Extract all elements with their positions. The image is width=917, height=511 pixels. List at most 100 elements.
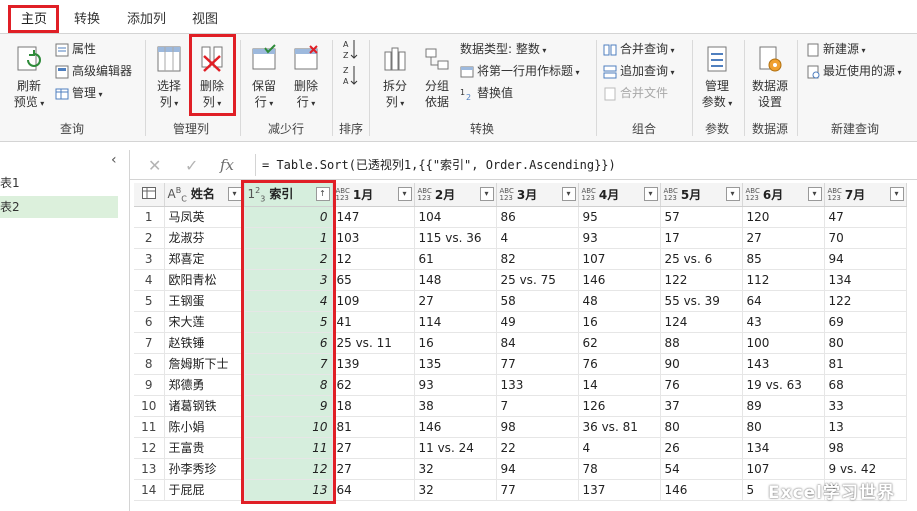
tab-view[interactable]: 视图 (186, 9, 224, 31)
cell-month-value[interactable]: 94 (496, 458, 579, 480)
column-header-name[interactable]: ABC 姓名 ▾ (164, 183, 245, 207)
column-header-month[interactable]: ABC 123 1月 ▾ (332, 183, 415, 207)
row-number[interactable]: 10 (134, 395, 165, 417)
cell-month-value[interactable]: 120 (742, 206, 825, 228)
column-header-month[interactable]: ABC 123 2月 ▾ (414, 183, 497, 207)
cell-month-value[interactable]: 64 (332, 479, 415, 501)
cell-month-value[interactable]: 41 (332, 311, 415, 333)
cell-month-value[interactable]: 80 (660, 416, 743, 438)
cell-name[interactable]: 赵铁锤 (164, 332, 245, 354)
keep-rows-button[interactable]: 保留 行 ▾ (245, 44, 283, 112)
cell-name[interactable]: 龙淑芬 (164, 227, 245, 249)
cell-month-value[interactable]: 62 (332, 374, 415, 396)
row-number[interactable]: 2 (134, 227, 165, 249)
cell-month-value[interactable]: 9 vs. 42 (824, 458, 907, 480)
cell-month-value[interactable]: 37 (660, 395, 743, 417)
table-row[interactable]: 10 诸葛钢铁 9 18 38 7 126 37 89 33 (134, 395, 907, 417)
table-row[interactable]: 11 陈小娟 10 81 146 98 36 vs. 81 80 80 13 (134, 416, 907, 438)
cell-month-value[interactable]: 77 (496, 479, 579, 501)
formula-input[interactable]: = Table.Sort(已透视列1,{{"索引", Order.Ascendi… (255, 154, 915, 176)
data-source-settings-button[interactable]: 数据源 设置 (748, 44, 792, 110)
cell-month-value[interactable]: 27 (332, 458, 415, 480)
cell-month-value[interactable]: 76 (578, 353, 661, 375)
cell-index[interactable]: 7 (244, 353, 333, 375)
row-number[interactable]: 9 (134, 374, 165, 396)
cell-month-value[interactable]: 32 (414, 479, 497, 501)
cell-month-value[interactable]: 114 (414, 311, 497, 333)
append-queries-button[interactable]: 追加查询 ▾ (603, 62, 675, 80)
cell-month-value[interactable]: 14 (578, 374, 661, 396)
cell-month-value[interactable]: 146 (660, 479, 743, 501)
cell-month-value[interactable]: 133 (496, 374, 579, 396)
cell-month-value[interactable]: 69 (824, 311, 907, 333)
cell-name[interactable]: 陈小娟 (164, 416, 245, 438)
cell-month-value[interactable]: 16 (414, 332, 497, 354)
remove-rows-button[interactable]: 删除 行 ▾ (287, 44, 325, 112)
cell-month-value[interactable]: 27 (332, 437, 415, 459)
column-header-month[interactable]: ABC 123 5月 ▾ (660, 183, 743, 207)
cell-month-value[interactable]: 61 (414, 248, 497, 270)
cell-month-value[interactable]: 80 (824, 332, 907, 354)
data-type-dropdown[interactable]: 数据类型: 整数 ▾ (460, 40, 546, 58)
cell-month-value[interactable]: 134 (742, 437, 825, 459)
filter-dropdown-icon[interactable]: ▾ (227, 187, 242, 201)
cell-month-value[interactable]: 25 vs. 6 (660, 248, 743, 270)
cell-month-value[interactable]: 104 (414, 206, 497, 228)
row-number[interactable]: 12 (134, 437, 165, 459)
cell-month-value[interactable]: 89 (742, 395, 825, 417)
cell-month-value[interactable]: 12 (332, 248, 415, 270)
cell-month-value[interactable]: 22 (496, 437, 579, 459)
table-row[interactable]: 2 龙淑芬 1 103 115 vs. 36 4 93 17 27 70 (134, 227, 907, 249)
filter-dropdown-icon[interactable]: ▾ (807, 187, 822, 201)
cell-month-value[interactable]: 81 (332, 416, 415, 438)
tab-transform[interactable]: 转换 (68, 9, 106, 31)
tab-add-column[interactable]: 添加列 (121, 9, 172, 31)
row-number[interactable]: 8 (134, 353, 165, 375)
cell-month-value[interactable]: 112 (742, 269, 825, 291)
cell-name[interactable]: 诸葛钢铁 (164, 395, 245, 417)
table-row[interactable]: 13 孙李秀珍 12 27 32 94 78 54 107 9 vs. 42 (134, 458, 907, 480)
table-row[interactable]: 3 郑喜定 2 12 61 82 107 25 vs. 6 85 94 (134, 248, 907, 270)
cell-month-value[interactable]: 147 (332, 206, 415, 228)
cell-month-value[interactable]: 4 (496, 227, 579, 249)
cell-month-value[interactable]: 86 (496, 206, 579, 228)
cell-month-value[interactable]: 122 (660, 269, 743, 291)
column-header-month[interactable]: ABC 123 7月 ▾ (824, 183, 907, 207)
table-row[interactable]: 8 詹姆斯下士 7 139 135 77 76 90 143 81 (134, 353, 907, 375)
row-number[interactable]: 13 (134, 458, 165, 480)
sort-descending-button[interactable]: ZA (342, 64, 358, 88)
confirm-icon[interactable]: ✓ (185, 156, 198, 175)
cell-month-value[interactable]: 13 (824, 416, 907, 438)
filter-dropdown-icon[interactable]: ▾ (643, 187, 658, 201)
cell-month-value[interactable]: 139 (332, 353, 415, 375)
cell-month-value[interactable]: 93 (414, 374, 497, 396)
filter-dropdown-icon[interactable]: ▾ (725, 187, 740, 201)
cell-name[interactable]: 孙李秀珍 (164, 458, 245, 480)
row-number[interactable]: 1 (134, 206, 165, 228)
cell-month-value[interactable]: 62 (578, 332, 661, 354)
collapse-pane-icon[interactable]: ‹ (111, 152, 117, 168)
row-number[interactable]: 3 (134, 248, 165, 270)
cell-month-value[interactable]: 7 (496, 395, 579, 417)
cell-index[interactable]: 8 (244, 374, 333, 396)
cell-month-value[interactable]: 85 (742, 248, 825, 270)
cell-name[interactable]: 于屁屁 (164, 479, 245, 501)
merge-queries-button[interactable]: 合并查询 ▾ (603, 40, 675, 58)
cell-month-value[interactable]: 25 vs. 75 (496, 269, 579, 291)
cancel-icon[interactable]: ✕ (148, 156, 161, 175)
row-number[interactable]: 14 (134, 479, 165, 501)
group-by-button[interactable]: 分组 依据 (418, 44, 456, 110)
cell-index[interactable]: 9 (244, 395, 333, 417)
cell-month-value[interactable]: 109 (332, 290, 415, 312)
row-number[interactable]: 6 (134, 311, 165, 333)
cell-month-value[interactable]: 90 (660, 353, 743, 375)
table-row[interactable]: 12 王富贵 11 27 11 vs. 24 22 4 26 134 98 (134, 437, 907, 459)
cell-month-value[interactable]: 137 (578, 479, 661, 501)
manage-parameters-button[interactable]: 管理 参数 ▾ (697, 44, 737, 112)
cell-name[interactable]: 郑喜定 (164, 248, 245, 270)
cell-month-value[interactable]: 84 (496, 332, 579, 354)
filter-dropdown-icon[interactable]: ▾ (479, 187, 494, 201)
cell-month-value[interactable]: 135 (414, 353, 497, 375)
cell-name[interactable]: 郑德勇 (164, 374, 245, 396)
cell-month-value[interactable]: 11 vs. 24 (414, 437, 497, 459)
